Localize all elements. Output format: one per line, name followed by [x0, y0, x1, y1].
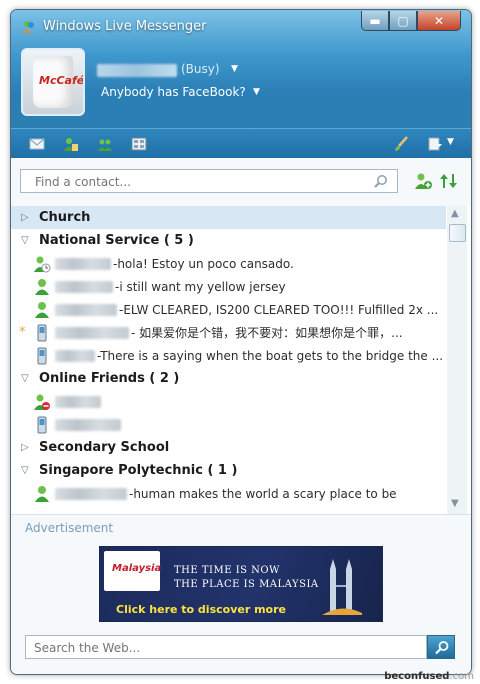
web-search-icon	[435, 641, 449, 655]
messenger-app-icon	[23, 21, 34, 33]
messenger-window: Windows Live Messenger ▬ ▢ ✕ McCafé (Bus…	[10, 9, 472, 675]
online-status-icon	[35, 278, 49, 295]
minimize-button[interactable]: ▬	[361, 11, 389, 31]
contact-row[interactable]	[11, 390, 446, 413]
group-national-service[interactable]: ▽ National Service ( 5 )	[11, 229, 446, 252]
contact-name-blurred	[55, 487, 127, 500]
group-online-friends[interactable]: ▽ Online Friends ( 2 )	[11, 367, 446, 390]
banner-headline-1: THE TIME IS NOW	[174, 565, 280, 576]
menu-icon[interactable]	[427, 136, 443, 152]
banner-logo-text: Malaysia	[112, 563, 162, 574]
avatar-image: McCafé	[33, 56, 83, 108]
search-row	[11, 158, 471, 206]
menu-dropdown-icon[interactable]: ▼	[447, 137, 454, 147]
window-controls: ▬ ▢ ✕	[361, 11, 461, 31]
contact-row[interactable]: -human makes the world a scary place to …	[11, 482, 446, 505]
window-title: Windows Live Messenger	[43, 19, 207, 34]
maximize-button[interactable]: ▢	[389, 11, 417, 31]
contact-list-viewport: ▷ Church ▽ National Service ( 5 ) -hola!…	[11, 206, 446, 514]
contact-row[interactable]: * - 如果爱你是个错，我不要对：如果想你是个罪，...	[11, 321, 446, 344]
expanded-arrow-icon[interactable]: ▽	[21, 235, 31, 246]
group-church[interactable]: ▷ Church	[11, 206, 446, 229]
watermark-brand: beconfused	[384, 671, 450, 682]
personal-message-dropdown-icon[interactable]: ▼	[253, 87, 260, 97]
group-secondary-school[interactable]: ▷ Secondary School	[11, 436, 446, 459]
contact-message: -There is a saying when the boat gets to…	[97, 348, 444, 363]
paintbrush-icon[interactable]	[393, 136, 409, 152]
status-dropdown-icon[interactable]: ▼	[231, 64, 238, 74]
scroll-down-arrow-icon[interactable]: ▼	[451, 498, 459, 509]
group-label: Singapore Polytechnic ( 1 )	[39, 463, 238, 478]
contact-row[interactable]	[11, 413, 446, 436]
mobile-status-icon	[37, 347, 47, 364]
watermark: beconfused.com	[384, 671, 474, 682]
contact-name-blurred	[55, 257, 111, 270]
contact-list: ▷ Church ▽ National Service ( 5 ) -hola!…	[11, 206, 471, 514]
header: Windows Live Messenger ▬ ▢ ✕ McCafé (Bus…	[11, 10, 471, 128]
personal-message[interactable]: Anybody has FaceBook?	[101, 85, 246, 99]
web-search-box	[25, 635, 427, 659]
sort-contacts-icon[interactable]	[439, 172, 459, 190]
toolbar: ▼	[11, 128, 471, 159]
add-group-icon[interactable]	[97, 136, 113, 152]
contact-list-scrollbar[interactable]: ▲ ▼	[447, 206, 467, 514]
banner-headline-2: THE PLACE IS MALAYSIA	[174, 579, 319, 590]
busy-status-icon	[34, 394, 50, 410]
new-message-star-icon: *	[19, 325, 26, 340]
away-status-icon	[34, 256, 51, 272]
contact-row[interactable]: -hola! Estoy un poco cansado.	[11, 252, 446, 275]
avatar[interactable]: McCafé	[21, 48, 85, 116]
mobile-status-icon	[37, 324, 47, 341]
contact-message: - 如果爱你是个错，我不要对：如果想你是个罪，...	[131, 326, 403, 340]
contact-name-blurred	[55, 418, 121, 431]
contact-row[interactable]: -There is a saying when the boat gets to…	[11, 344, 446, 367]
advertisement-area: Advertisement Malaysia THE TIME IS NOW T…	[11, 514, 471, 674]
contacts-icon[interactable]	[63, 136, 79, 152]
avatar-logo-text: McCafé	[39, 74, 85, 87]
online-status-icon	[35, 301, 49, 318]
contact-message: -ELW CLEARED, IS200 CLEARED TOO!!! Fulfi…	[119, 302, 439, 317]
contact-name-blurred	[55, 349, 95, 362]
status-label[interactable]: (Busy)	[181, 62, 220, 76]
group-label: Church	[39, 210, 91, 225]
expanded-arrow-icon[interactable]: ▽	[21, 465, 31, 476]
contact-message: -human makes the world a scary place to …	[129, 486, 397, 501]
web-search-input[interactable]	[32, 637, 416, 659]
display-name-blurred[interactable]	[97, 64, 177, 77]
group-label: National Service ( 5 )	[39, 233, 194, 248]
collapsed-arrow-icon[interactable]: ▷	[21, 212, 31, 223]
contact-message: -hola! Estoy un poco cansado.	[113, 256, 294, 271]
contact-name-blurred	[55, 303, 117, 316]
search-icon[interactable]	[373, 174, 389, 190]
petronas-towers-image	[322, 559, 362, 615]
find-contact-box	[20, 169, 398, 193]
find-contact-input[interactable]	[33, 171, 367, 193]
expanded-arrow-icon[interactable]: ▽	[21, 373, 31, 384]
contact-row[interactable]: -ELW CLEARED, IS200 CLEARED TOO!!! Fulfi…	[11, 298, 446, 321]
close-button[interactable]: ✕	[417, 11, 461, 31]
mobile-status-icon	[37, 416, 47, 433]
ad-banner[interactable]: Malaysia THE TIME IS NOW THE PLACE IS MA…	[99, 546, 383, 622]
add-contact-icon[interactable]	[413, 171, 433, 191]
group-label: Secondary School	[39, 440, 170, 455]
watermark-suffix: .com	[449, 671, 474, 682]
contact-message: -i still want my yellow jersey	[115, 279, 286, 294]
contact-name-blurred	[55, 280, 113, 293]
contact-name-blurred	[55, 395, 101, 408]
contact-row[interactable]: -i still want my yellow jersey	[11, 275, 446, 298]
malaysia-logo: Malaysia	[104, 551, 162, 591]
contact-name-blurred	[55, 326, 129, 339]
collapsed-arrow-icon[interactable]: ▷	[21, 442, 31, 453]
group-singapore-polytechnic[interactable]: ▽ Singapore Polytechnic ( 1 )	[11, 459, 446, 482]
web-search-button[interactable]	[427, 635, 455, 659]
mail-icon[interactable]	[29, 136, 45, 152]
media-icon[interactable]	[131, 136, 147, 152]
online-status-icon	[35, 485, 49, 502]
group-label: Online Friends ( 2 )	[39, 371, 180, 386]
scroll-up-arrow-icon[interactable]: ▲	[451, 208, 459, 219]
scrollbar-thumb[interactable]	[449, 224, 466, 242]
banner-cta-link[interactable]: Click here to discover more	[116, 603, 286, 616]
advertisement-label: Advertisement	[25, 521, 114, 535]
